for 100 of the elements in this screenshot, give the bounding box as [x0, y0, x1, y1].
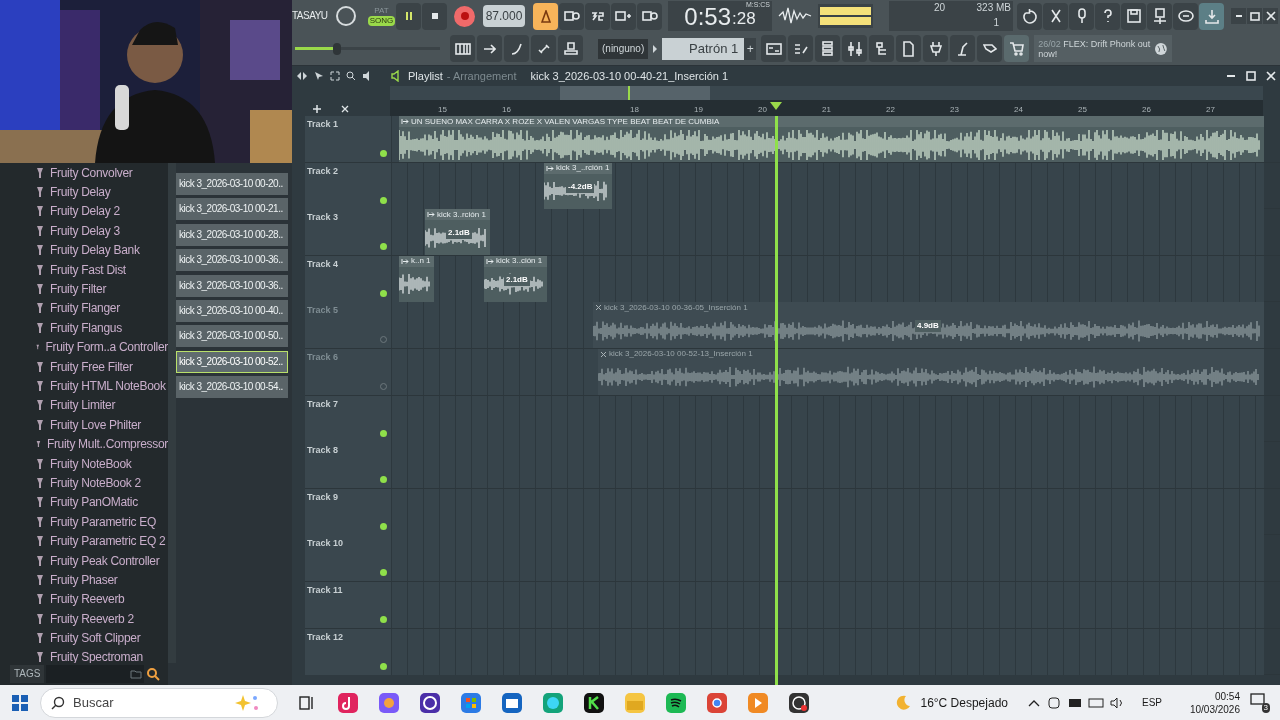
pattern-selector[interactable]: Patrón 1 [662, 37, 745, 60]
stamp-button[interactable] [558, 35, 583, 63]
save-new-button[interactable] [1147, 2, 1172, 30]
step-edit-button[interactable] [611, 2, 636, 30]
tags-field[interactable] [46, 665, 145, 683]
track-header[interactable]: Track 9 [305, 488, 391, 535]
search-icon[interactable] [146, 667, 161, 681]
app-icon[interactable] [418, 691, 441, 714]
track-lane[interactable]: kick 3_2026-03-10 00-52-13_Inserción 1 [391, 348, 1264, 395]
pattern-picker[interactable]: (ninguno) [598, 38, 649, 59]
track-toggle[interactable] [380, 289, 387, 297]
app-icon[interactable] [787, 691, 810, 714]
download-button[interactable] [1199, 2, 1224, 30]
curve-button[interactable] [504, 35, 529, 63]
minimize-button[interactable] [1231, 8, 1246, 25]
search-field[interactable]: Buscar [40, 687, 278, 718]
lamp-button[interactable] [950, 35, 976, 63]
plugin-item[interactable]: Fruity Phaser [50, 570, 118, 589]
track-header[interactable]: Track 4 [305, 255, 391, 302]
task-view-icon[interactable] [298, 694, 315, 711]
pause-button[interactable] [396, 2, 421, 30]
track-header[interactable]: Track 10 [305, 535, 391, 582]
clip-item[interactable]: kick 3_2026-03-10 00-36.. [176, 249, 288, 272]
help-button[interactable] [1095, 2, 1120, 30]
document-button[interactable] [896, 35, 922, 63]
clip-item[interactable]: kick 3_2026-03-10 00-21.. [176, 198, 288, 221]
arrow-button[interactable] [477, 35, 502, 63]
track-name[interactable]: Track 8 [307, 444, 339, 458]
restore-button[interactable] [1244, 69, 1258, 83]
clock-date[interactable]: 10/03/2026 [1189, 702, 1240, 716]
mixer-button[interactable] [842, 35, 868, 63]
plugin-item[interactable]: Fruity Reeverb 2 [50, 609, 134, 628]
clip-item[interactable]: kick 3_2026-03-10 00-20.. [176, 173, 288, 195]
plugin-item[interactable]: Fruity Delay 3 [50, 221, 120, 240]
plus-icon[interactable] [312, 104, 322, 114]
knob-icon[interactable] [335, 5, 357, 28]
track-name[interactable]: Track 4 [307, 257, 339, 272]
browser-tree-button[interactable] [869, 35, 895, 63]
clip-item[interactable]: kick 3_2026-03-10 00-50.. [176, 325, 288, 348]
plugin-item[interactable]: Fruity Flangus [50, 318, 122, 337]
audio-clip[interactable]: kick 3..ción 1 2.1dB [484, 255, 547, 302]
countdown-button[interactable] [585, 2, 610, 30]
audio-clip[interactable]: kick 3_2026-03-10 00-36-05_Inserción 1 4.9dB [593, 302, 1264, 349]
mode-toggle[interactable]: SONG [367, 16, 396, 27]
plugin-item[interactable]: Fruity Fast Dist [50, 260, 126, 279]
channel-rack-button[interactable] [815, 35, 841, 63]
plugin-item[interactable]: Fruity Convolver [50, 163, 133, 182]
track-header[interactable]: Track 1 [305, 116, 391, 162]
save-button[interactable] [1121, 2, 1146, 30]
close-button[interactable] [1263, 8, 1278, 25]
clip-item[interactable]: kick 3_2026-03-10 00-36.. [176, 274, 288, 297]
plugin-item[interactable]: Fruity Parametric EQ [50, 512, 157, 531]
record-button[interactable] [454, 5, 475, 27]
clock-time[interactable]: 00:54 [1214, 689, 1240, 703]
zoom-icon[interactable] [346, 71, 356, 81]
plugin-item[interactable]: Fruity Love Philter [50, 415, 141, 434]
plugin-item[interactable]: Fruity NoteBook [50, 454, 132, 473]
audio-clip[interactable]: k..n 1 [399, 255, 434, 302]
clip-item[interactable]: kick 3_2026-03-10 00-52.. [176, 350, 288, 373]
track-toggle[interactable] [380, 522, 387, 530]
track-lane[interactable]: k..n 1 kick 3..ción 1 2.1dB [391, 255, 1264, 302]
speaker-icon[interactable] [390, 70, 402, 82]
timeline-ruler[interactable]: 15 16 18 19 20 21 22 23 24 25 26 27 [390, 100, 1263, 116]
track-toggle[interactable] [380, 150, 387, 157]
audio-clip[interactable]: kick 3_..rción 1 -4.2dB [544, 162, 612, 209]
track-header[interactable]: Track 12 [305, 628, 391, 675]
plugin-item[interactable]: Fruity Delay 2 [50, 202, 120, 221]
metronome-button[interactable] [533, 2, 558, 30]
notification-icon[interactable] [1250, 692, 1266, 707]
piano-keys-button[interactable] [450, 35, 475, 63]
plugin-item[interactable]: Fruity NoteBook 2 [50, 473, 141, 492]
close-icon[interactable] [340, 104, 350, 114]
track-header[interactable]: Track 2 [305, 162, 391, 209]
plugin-item[interactable]: Fruity Mult..Compressor [46, 435, 168, 454]
chat-button[interactable] [1173, 2, 1198, 30]
playhead-marker-icon[interactable] [770, 102, 782, 110]
news-panel[interactable]: 26/02 FLEX: Drift Phonk out now! [1034, 35, 1173, 63]
close-button[interactable] [1264, 69, 1278, 83]
loop-record-button[interactable] [637, 2, 662, 30]
audio-clip[interactable]: kick 3_2026-03-10 00-52-13_Inserción 1 [598, 348, 1264, 395]
track-toggle[interactable] [380, 569, 387, 577]
track-lane[interactable]: kick 3..rción 1 2.1dB [391, 209, 1264, 256]
plugin-item[interactable]: Fruity Spectroman [50, 648, 143, 663]
playlist-button[interactable] [761, 35, 787, 63]
track-name[interactable]: Track 10 [307, 537, 344, 551]
arrows-icon[interactable] [296, 71, 308, 81]
track-toggle[interactable] [380, 196, 387, 204]
windows-logo-icon[interactable] [12, 694, 28, 711]
fullscreen-icon[interactable] [330, 71, 340, 81]
track-toggle[interactable] [380, 615, 387, 623]
slider-thumb[interactable] [333, 42, 342, 55]
link-button[interactable] [531, 35, 556, 63]
cut-button[interactable] [1043, 2, 1068, 30]
plugin-item[interactable]: Fruity Peak Controller [50, 551, 160, 570]
track-toggle[interactable] [380, 243, 387, 251]
volume-slider[interactable] [295, 42, 440, 55]
clip-item[interactable]: kick 3_2026-03-10 00-54.. [176, 376, 288, 399]
plugin-item[interactable]: Fruity Flanger [50, 299, 120, 318]
plugin-item[interactable]: Fruity HTML NoteBook [50, 377, 166, 395]
plugin-item[interactable]: Fruity Reeverb [50, 590, 125, 609]
